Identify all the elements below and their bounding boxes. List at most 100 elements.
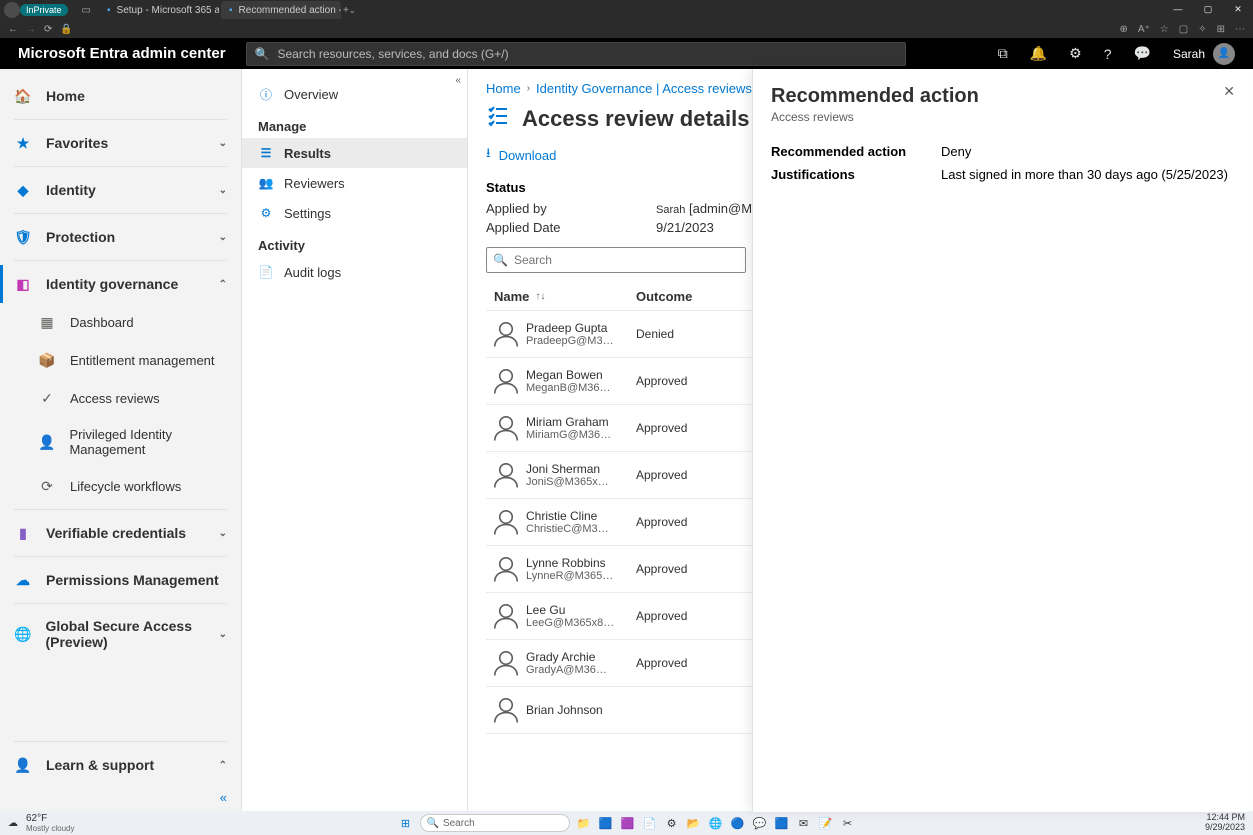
subnav-reviewers[interactable]: 👥 Reviewers <box>242 168 467 198</box>
collapse-nav-button[interactable]: « <box>0 784 241 811</box>
nav-identity-governance[interactable]: ◧ Identity governance ⌃ <box>0 265 241 303</box>
col-name-header[interactable]: Name ↑↓ <box>486 289 636 304</box>
nav-home[interactable]: 🏠 Home <box>0 77 241 115</box>
taskbar-app-icon[interactable]: ✉ <box>796 815 812 831</box>
chevron-up-icon: ⌃ <box>219 760 227 771</box>
nav-entitlement[interactable]: 📦 Entitlement management <box>0 341 241 379</box>
favorite-icon[interactable]: ☆ <box>1160 24 1169 35</box>
maximize-button[interactable]: ▢ <box>1193 0 1223 18</box>
taskbar-app-icon[interactable]: ✂ <box>840 815 856 831</box>
left-nav: 🏠 Home ★ Favorites ⌄ ◆ Identity ⌄ 🛡 Prot… <box>0 69 242 811</box>
nav-dashboard[interactable]: ▦ Dashboard <box>0 303 241 341</box>
chevron-down-icon: ⌄ <box>219 528 227 539</box>
taskbar-app-icon[interactable]: 🌐 <box>708 815 724 831</box>
feedback-icon[interactable]: 💬 <box>1134 45 1151 62</box>
row-email: LynneR@M365… <box>526 570 636 582</box>
taskbar-app-icon[interactable]: 📝 <box>818 815 834 831</box>
taskbar-center: ⊞ 🔍 Search 📁 🟦 🟪 📄 ⚙ 📂 🌐 🔵 💬 🟦 ✉ 📝 ✂ <box>398 814 856 832</box>
taskbar-app-icon[interactable]: 🟦 <box>774 815 790 831</box>
start-button[interactable]: ⊞ <box>398 815 414 831</box>
download-button[interactable]: ⭳ Download <box>486 144 556 166</box>
nav-access-reviews[interactable]: ✓ Access reviews <box>0 379 241 417</box>
taskbar-app-icon[interactable]: 🔵 <box>730 815 746 831</box>
site-info-icon[interactable]: 🔒 <box>60 24 72 35</box>
tab-bar: InPrivate ▭ ▪ Setup - Microsoft 365 admi… <box>0 0 1253 20</box>
taskbar-app-icon[interactable]: 📄 <box>642 815 658 831</box>
global-search[interactable]: 🔍 Search resources, services, and docs (… <box>246 42 906 66</box>
results-search-input[interactable] <box>514 253 739 267</box>
nav-gsa[interactable]: 🌐 Global Secure Access (Preview) ⌄ <box>0 608 241 660</box>
more-icon[interactable]: ⋯ <box>1235 24 1245 35</box>
tab-actions-icon[interactable]: ▭ <box>82 5 91 16</box>
close-flyout-button[interactable]: ✕ <box>1223 83 1235 100</box>
person-icon <box>486 413 526 443</box>
subnav-overview[interactable]: ⓘ Overview <box>242 79 467 109</box>
taskbar-search[interactable]: 🔍 Search <box>420 814 570 832</box>
collapse-subnav-button[interactable]: « <box>455 75 461 86</box>
tab-setup[interactable]: ▪ Setup - Microsoft 365 admin cen ✕ <box>99 1 219 19</box>
user-menu[interactable]: Sarah 👤 <box>1173 43 1235 65</box>
minimize-button[interactable]: — <box>1163 0 1193 18</box>
applied-by-value: Sarah [admin@M36 <box>656 201 767 216</box>
applied-date-value: 9/21/2023 <box>656 220 714 235</box>
nav-favorites[interactable]: ★ Favorites ⌄ <box>0 124 241 162</box>
row-name-cell: Miriam GrahamMiriamG@M36… <box>526 415 636 441</box>
nav-label: Learn & support <box>46 757 154 773</box>
taskbar-app-icon[interactable]: 📁 <box>576 815 592 831</box>
sort-icon: ↑↓ <box>535 291 545 302</box>
taskbar-app-icon[interactable]: 📂 <box>686 815 702 831</box>
taskbar-app-icon[interactable]: 🟪 <box>620 815 636 831</box>
taskbar-app-icon[interactable]: ⚙ <box>664 815 680 831</box>
extensions-icon[interactable]: ⊞ <box>1217 24 1225 35</box>
bc-home[interactable]: Home <box>486 81 521 96</box>
results-search[interactable]: 🔍 <box>486 247 746 273</box>
download-label: Download <box>499 148 557 163</box>
chevron-down-icon: ⌄ <box>219 232 227 243</box>
nav-label: Entitlement management <box>70 353 215 368</box>
bc-idgov[interactable]: Identity Governance | Access reviews <box>536 81 752 96</box>
forward-button[interactable]: → <box>26 24 36 35</box>
nav-learn[interactable]: 👤 Learn & support ⌃ <box>0 746 241 784</box>
chevron-right-icon: › <box>527 83 530 94</box>
search-icon: 🔍 <box>255 47 270 61</box>
close-window-button[interactable]: ✕ <box>1223 0 1253 18</box>
read-aloud-icon[interactable]: A⁺ <box>1138 24 1150 35</box>
subnav-settings[interactable]: ⚙ Settings <box>242 198 467 228</box>
taskbar-app-icon[interactable]: 💬 <box>752 815 768 831</box>
nav-protection[interactable]: 🛡 Protection ⌄ <box>0 218 241 256</box>
subnav-audit[interactable]: 📄 Audit logs <box>242 257 467 287</box>
inprivate-badge[interactable]: InPrivate <box>20 4 68 16</box>
col-outcome-header[interactable]: Outcome <box>636 289 756 304</box>
collections-icon[interactable]: ✧ <box>1198 24 1206 35</box>
nav-pim[interactable]: 👤 Privileged Identity Management <box>0 417 241 467</box>
clock[interactable]: 12:44 PM 9/29/2023 <box>1205 813 1245 833</box>
row-name-cell: Grady ArchieGradyA@M36… <box>526 650 636 676</box>
taskbar-app-icon[interactable]: 🟦 <box>598 815 614 831</box>
window-controls: — ▢ ✕ <box>1163 0 1253 18</box>
nav-verifiable[interactable]: ▮ Verifiable credentials ⌄ <box>0 514 241 552</box>
cloud-shell-icon[interactable]: ⧉ <box>998 45 1008 62</box>
help-icon[interactable]: ? <box>1104 46 1112 62</box>
profile-avatar-icon[interactable] <box>4 2 20 18</box>
nav-label: Verifiable credentials <box>46 525 186 541</box>
weather-widget[interactable]: ☁ 62°F Mostly cloudy <box>8 813 74 833</box>
zoom-icon[interactable]: ⊕ <box>1119 24 1127 35</box>
nav-lifecycle[interactable]: ⟳ Lifecycle workflows <box>0 467 241 505</box>
subnav-label: Overview <box>284 87 338 102</box>
access-reviews-icon: ✓ <box>38 389 56 407</box>
notifications-icon[interactable]: 🔔 <box>1030 45 1047 62</box>
person-icon <box>486 648 526 678</box>
row-outcome: Denied <box>636 327 756 341</box>
chevron-down-icon[interactable]: ⌄ <box>349 6 356 15</box>
lifecycle-icon: ⟳ <box>38 477 56 495</box>
person-icon <box>486 319 526 349</box>
refresh-button[interactable]: ⟳ <box>44 24 52 35</box>
tab-recommended-action[interactable]: ▪ Recommended action - Micros ✕ <box>221 1 341 19</box>
back-button[interactable]: ← <box>8 24 18 35</box>
applied-by-name: Sarah <box>656 204 685 216</box>
toolbar-icon[interactable]: ▢ <box>1179 24 1188 35</box>
nav-permissions[interactable]: ☁ Permissions Management <box>0 561 241 599</box>
settings-icon[interactable]: ⚙ <box>1069 45 1082 62</box>
nav-identity[interactable]: ◆ Identity ⌄ <box>0 171 241 209</box>
subnav-results[interactable]: ☰ Results <box>242 138 467 168</box>
